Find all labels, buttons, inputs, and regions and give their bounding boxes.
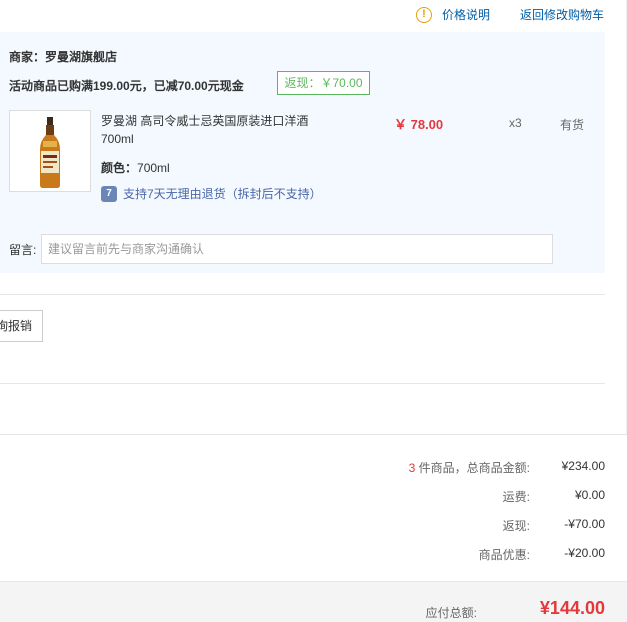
divider: [0, 434, 627, 435]
exclamation-circle-icon: !: [416, 6, 432, 23]
divider: [0, 294, 605, 295]
top-links-bar: ! 价格说明 返回修改购物车: [0, 0, 627, 30]
product-color: 颜色：700ml: [101, 159, 170, 176]
message-label: 留言:: [9, 243, 37, 257]
discount-label: 商品优惠:: [478, 548, 530, 562]
promo-text: 活动商品已购满199.00元，已减70.00元现金: [9, 79, 244, 93]
shipping-value: ¥0.00: [574, 488, 605, 502]
seven-day-return-icon: 7: [101, 185, 117, 202]
rebate-label: 返现:: [502, 519, 530, 533]
shop-order-panel: 商家：罗曼湖旗舰店 活动商品已购满199.00元，已减70.00元现金 返现：￥…: [0, 32, 605, 273]
product-price: ￥ 78.00: [394, 117, 444, 132]
return-policy: 7 支持7天无理由退货（拆封后不支持）: [101, 185, 322, 202]
shop-name: 商家：罗曼湖旗舰店: [9, 50, 118, 64]
price-note-label[interactable]: 价格说明: [442, 6, 490, 23]
back-to-cart-link[interactable]: 返回修改购物车: [520, 6, 604, 23]
goods-total-value: ¥234.00: [561, 459, 605, 473]
product-image[interactable]: [9, 110, 91, 192]
divider: [0, 383, 605, 384]
message-input[interactable]: [41, 234, 553, 264]
product-quantity: x3: [509, 116, 522, 130]
stock-status: 有货: [560, 118, 585, 132]
discount-value: -¥20.00: [564, 546, 605, 560]
total-value: ¥144.00: [539, 598, 605, 618]
total-bar: 应付总额: ¥144.00: [0, 581, 627, 622]
shipping-label: 运费:: [502, 490, 530, 504]
invoice-button[interactable]: 询报销: [0, 310, 43, 342]
rebate-value: -¥70.00: [564, 517, 605, 531]
item-count-label: 件商品，总商品金额:: [415, 461, 530, 475]
product-title-link[interactable]: 罗曼湖 高司令威士忌英国原装进口洋酒700ml: [101, 112, 321, 148]
total-label: 应付总额:: [425, 606, 477, 620]
whisky-bottle-image: [40, 117, 60, 188]
color-value: 700ml: [137, 161, 170, 175]
return-policy-text: 支持7天无理由退货（拆封后不支持）: [123, 187, 322, 201]
rebate-badge: 返现：￥70.00: [277, 71, 370, 95]
color-label: 颜色：: [101, 161, 138, 175]
summary-discount: 商品优惠: -¥20.00: [340, 546, 605, 566]
summary-goods-total: 3 件商品，总商品金额: ¥234.00: [340, 459, 605, 479]
summary-rebate: 返现: -¥70.00: [340, 517, 605, 537]
price-note-link[interactable]: ! 价格说明: [416, 6, 490, 23]
summary-shipping: 运费: ¥0.00: [340, 488, 605, 508]
